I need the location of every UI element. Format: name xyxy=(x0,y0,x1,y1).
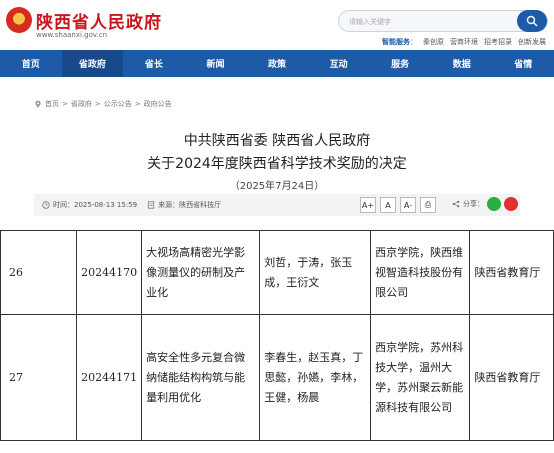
main-nav: 首页 省政府 省长 新闻 政策 互动 服务 数据 省情 xyxy=(0,50,554,77)
cell-nominator: 陕西省教育厅 xyxy=(469,230,554,315)
nav-province-gov[interactable]: 省政府 xyxy=(61,50,124,77)
site-header: 陕西省人民政府 www.shaanxi.gov.cn 请输入关键字 智能服务 ：… xyxy=(0,0,554,50)
breadcrumb-province-gov[interactable]: 省政府 xyxy=(71,99,92,109)
search-button[interactable] xyxy=(517,10,547,32)
cell-people: 刘哲，于涛，张玉成，王衍文 xyxy=(259,230,372,315)
site-title[interactable]: 陕西省人民政府 xyxy=(36,8,162,33)
article-source: 来源：陕西省科技厅 xyxy=(147,200,221,210)
cell-people: 李春生，赵玉真，丁思懿，孙嬿，李林，王健，杨晨 xyxy=(259,314,372,441)
font-increase-button[interactable]: A+ xyxy=(360,197,376,213)
location-icon xyxy=(35,100,41,108)
article-date: （2025年7月24日） xyxy=(229,181,325,192)
breadcrumb-sep: > xyxy=(62,100,68,108)
quick-links: 智能服务 ： 秦创原 营商环境 招考招录 创新发展 xyxy=(382,37,546,47)
quicklink-smart-service[interactable]: 智能服务 xyxy=(382,37,410,47)
cell-project: 大视场高精密光学影像测量仪的研制及产业化 xyxy=(141,230,261,315)
cell-number: 26 xyxy=(0,230,78,315)
quicklink-colon: ： xyxy=(410,38,417,46)
article-source-label: 来源：陕西省科技厅 xyxy=(158,201,222,209)
breadcrumb-home[interactable]: 首页 xyxy=(45,99,59,109)
cell-id: 20244170 xyxy=(76,230,143,315)
share-label: 分享： xyxy=(463,200,484,208)
breadcrumb-gov-announcement[interactable]: 政府公告 xyxy=(144,99,172,109)
quicklink-business-env[interactable]: 营商环境 xyxy=(450,37,478,47)
font-size-controls: A+ A A- ⎙ xyxy=(360,197,436,213)
cell-number: 27 xyxy=(0,314,78,441)
share-bar: 分享： xyxy=(452,197,518,211)
table-row: 26 20244170 大视场高精密光学影像测量仪的研制及产业化 刘哲，于涛，张… xyxy=(0,230,554,315)
weibo-share-icon[interactable] xyxy=(504,197,518,211)
breadcrumb-notices[interactable]: 公示公告 xyxy=(104,99,132,109)
nav-news[interactable]: 新闻 xyxy=(185,50,247,77)
nav-province-info[interactable]: 省情 xyxy=(493,50,554,77)
nav-home[interactable]: 首页 xyxy=(0,50,62,77)
cell-units: 西京学院，苏州科技大学，温州大学，苏州聚云新能源科技有限公司 xyxy=(370,314,471,441)
search-box[interactable]: 请输入关键字 xyxy=(338,10,548,32)
nav-interaction[interactable]: 互动 xyxy=(308,50,370,77)
cell-project: 高安全性多元复合微纳储能结构构筑与能量利用优化 xyxy=(141,314,261,441)
site-domain: www.shaanxi.gov.cn xyxy=(36,31,108,39)
article-title-line1: 中共陕西省委 陕西省人民政府 xyxy=(183,133,371,149)
font-decrease-button[interactable]: A- xyxy=(400,197,416,213)
table-row: 27 20244171 高安全性多元复合微纳储能结构构筑与能量利用优化 李春生，… xyxy=(0,314,554,441)
wechat-share-icon[interactable] xyxy=(487,197,501,211)
nav-policy[interactable]: 政策 xyxy=(246,50,308,77)
search-input[interactable]: 请输入关键字 xyxy=(349,17,391,27)
publish-time: 时间：2025-08-13 15:59 xyxy=(42,200,137,210)
print-button[interactable]: ⎙ xyxy=(420,197,436,213)
emblem-logo[interactable] xyxy=(6,7,32,33)
search-icon xyxy=(526,15,538,27)
cell-nominator: 陕西省教育厅 xyxy=(469,314,554,441)
cell-units: 西京学院，陕西维视智造科技股份有限公司 xyxy=(370,230,471,315)
article-meta-bar: 时间：2025-08-13 15:59 来源：陕西省科技厅 A+ A A- ⎙ … xyxy=(34,194,520,216)
publish-time-label: 时间：2025-08-13 15:59 xyxy=(53,201,138,209)
breadcrumb: 首页 > 省政府 > 公示公告 > 政府公告 xyxy=(34,99,172,109)
breadcrumb-sep: > xyxy=(94,100,101,108)
nav-data[interactable]: 数据 xyxy=(431,50,493,77)
font-default-button[interactable]: A xyxy=(380,197,396,213)
document-icon xyxy=(147,201,155,209)
award-table: 26 20244170 大视场高精密光学影像测量仪的研制及产业化 刘哲，于涛，张… xyxy=(0,230,554,441)
quicklink-innovation[interactable]: 创新发展 xyxy=(518,37,546,47)
nav-governor[interactable]: 省长 xyxy=(123,50,185,77)
quicklink-recruitment[interactable]: 招考招录 xyxy=(484,37,512,47)
cell-id: 20244171 xyxy=(76,314,143,441)
share-icon xyxy=(452,200,460,208)
clock-icon xyxy=(42,201,50,209)
nav-service[interactable]: 服务 xyxy=(369,50,431,77)
article-title-line2: 关于2024年度陕西省科学技术奖励的决定 xyxy=(147,156,407,172)
quicklink-qinchuangyuan[interactable]: 秦创原 xyxy=(423,37,444,47)
breadcrumb-sep: > xyxy=(134,100,141,108)
